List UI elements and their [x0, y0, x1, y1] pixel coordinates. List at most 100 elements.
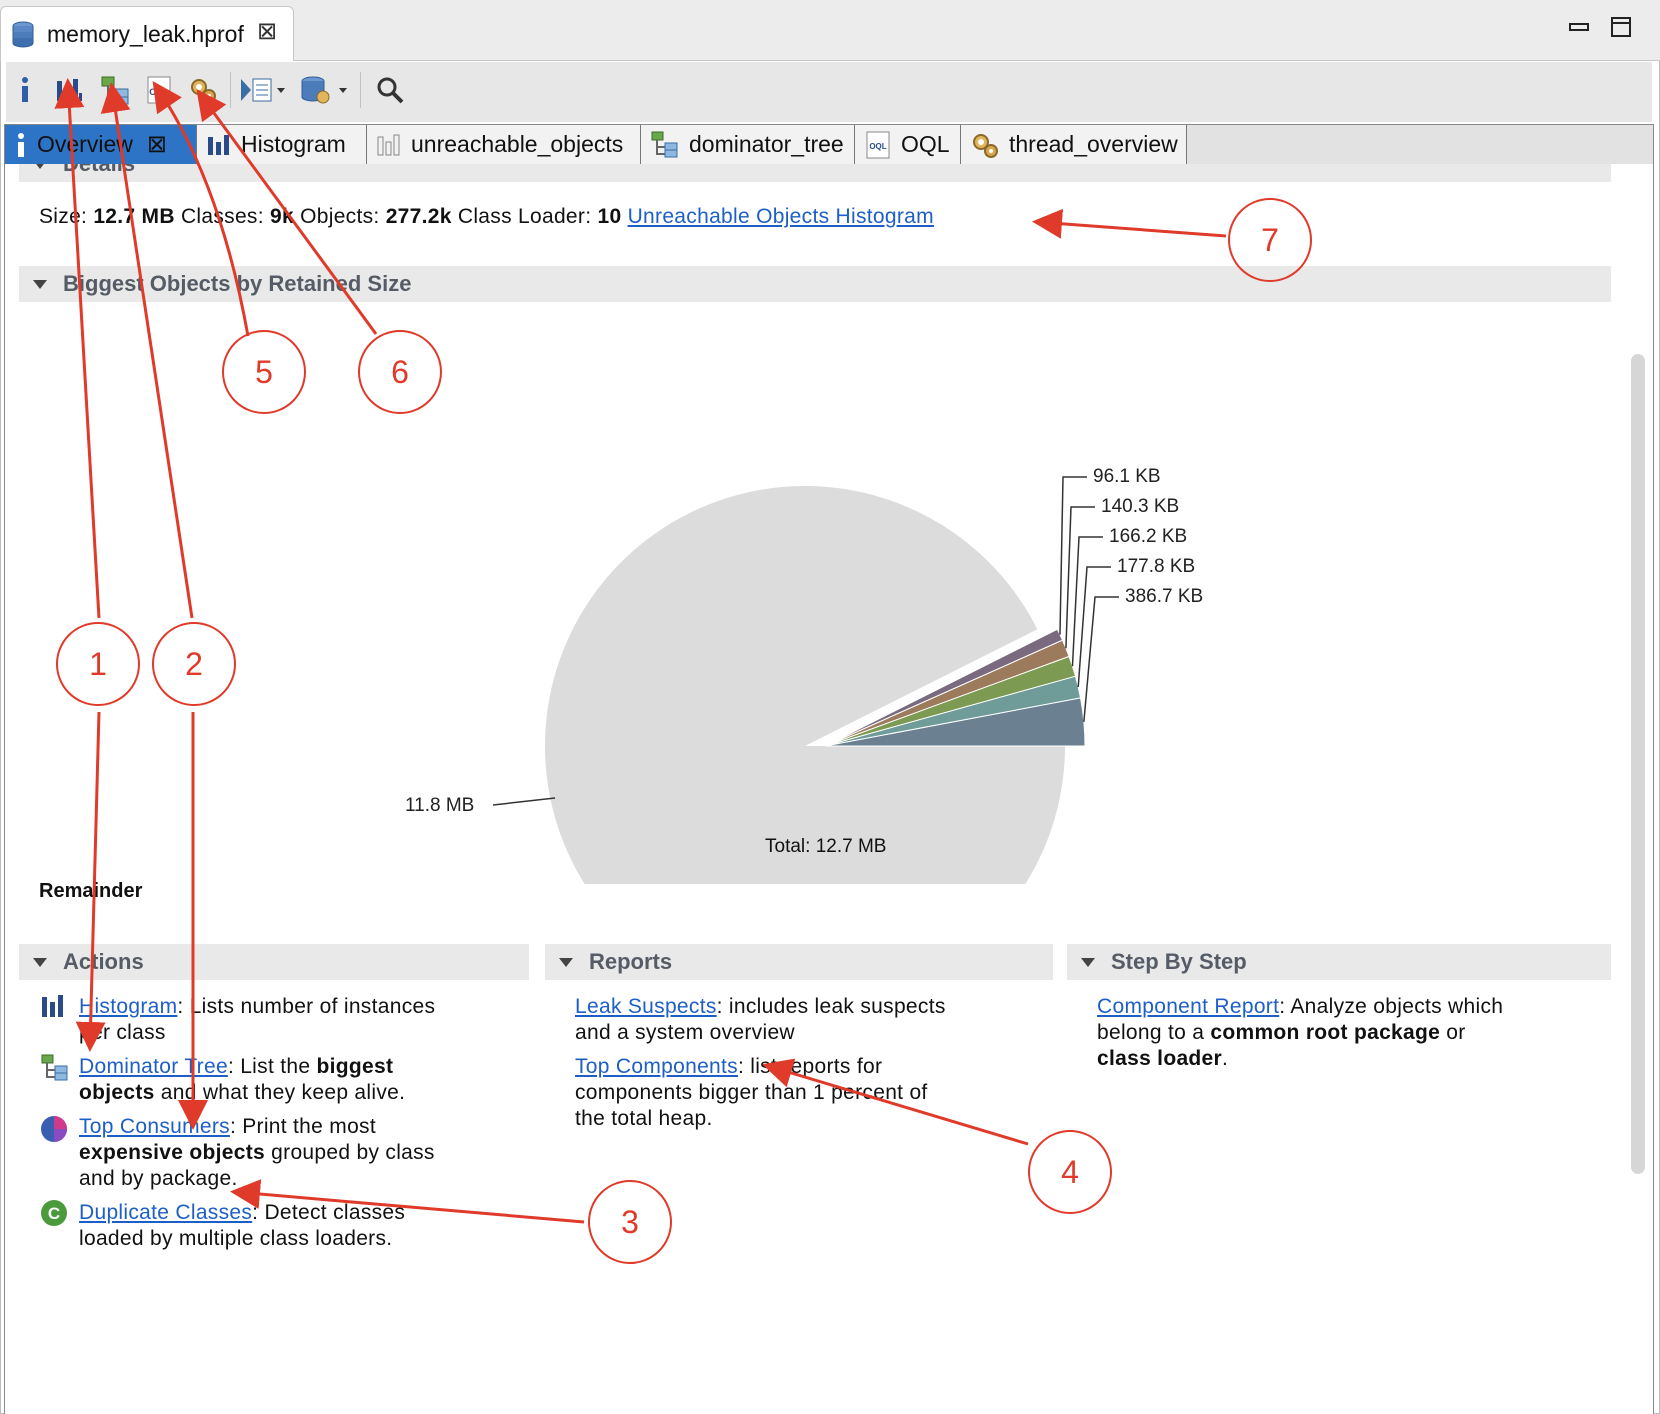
pie-label-line — [1059, 476, 1087, 635]
top-consumers-link[interactable]: Top Consumers — [79, 1115, 230, 1138]
histogram-icon[interactable] — [52, 72, 86, 108]
classes-label: Classes: — [180, 205, 264, 228]
classes-value: 9k — [270, 205, 294, 228]
step-by-step-section-header[interactable]: Step By Step — [1067, 944, 1611, 980]
annotation-callout: 2 — [152, 622, 236, 706]
dominator-tree-icon[interactable] — [98, 72, 132, 108]
report-text: the total heap. — [575, 1107, 713, 1130]
file-tab-label: memory_leak.hprof — [47, 21, 244, 47]
step-bold: common root package — [1210, 1021, 1441, 1044]
annotation-callout: 7 — [1228, 198, 1312, 282]
collapse-triangle-icon — [33, 279, 47, 289]
step-text: . — [1222, 1047, 1229, 1070]
oql-icon: OQL — [865, 131, 891, 159]
collapse-triangle-icon — [1081, 957, 1095, 967]
histogram-action-icon-wrap — [41, 994, 67, 1023]
step-text: : Analyze objects which — [1279, 995, 1504, 1018]
classloader-value: 10 — [597, 205, 622, 228]
actions-header: Actions — [63, 949, 144, 974]
reports-header: Reports — [589, 949, 673, 974]
chart-total: Total: 12.7 MB — [765, 836, 887, 857]
tab-label: dominator_tree — [689, 131, 844, 157]
biggest-objects-section-header[interactable]: Biggest Objects by Retained Size — [19, 266, 1611, 302]
close-icon[interactable]: ⊠ — [147, 130, 167, 159]
tab-label: OQL — [901, 131, 950, 157]
action-text: : Print the most — [229, 1115, 376, 1138]
leak-suspects-link[interactable]: Leak Suspects — [575, 995, 717, 1018]
reports-section-header[interactable]: Reports — [545, 944, 1053, 980]
action-text: loaded by multiple class loaders. — [79, 1227, 393, 1250]
classloader-label: Class Loader: — [457, 205, 592, 228]
pie-label-line — [1083, 596, 1119, 722]
search-icon[interactable] — [370, 72, 410, 108]
component-report-link[interactable]: Component Report — [1097, 995, 1279, 1018]
step-by-step-header: Step By Step — [1111, 949, 1247, 974]
tab-histogram[interactable]: Histogram — [197, 125, 367, 164]
report-top-components: Top Components: list reports for compone… — [575, 1054, 1005, 1132]
objects-label: Objects: — [300, 205, 380, 228]
actions-section-header[interactable]: Actions — [19, 944, 529, 980]
dominator-action-icon-wrap — [41, 1054, 69, 1087]
tab-overview[interactable]: Overview ⊠ — [5, 125, 197, 164]
collapse-triangle-icon — [33, 957, 47, 967]
duplicate-classes-link[interactable]: Duplicate Classes — [79, 1201, 252, 1224]
info-icon — [15, 132, 27, 158]
pie-slice-label: 386.7 KB — [1125, 586, 1203, 607]
histogram-outline-icon — [377, 134, 401, 156]
pie-label-line — [492, 797, 556, 806]
tab-thread-overview[interactable]: thread_overview — [961, 125, 1187, 164]
histogram-icon — [207, 134, 231, 156]
step-text: or — [1446, 1021, 1466, 1044]
tab-oql[interactable]: OQL OQL — [855, 125, 961, 164]
unreachable-histogram-link[interactable]: Unreachable Objects Histogram — [628, 205, 934, 228]
action-text: : List the — [227, 1055, 311, 1078]
top-components-link[interactable]: Top Components — [575, 1055, 738, 1078]
duplicate-classes-action-icon-wrap: C — [39, 1198, 69, 1233]
collapse-triangle-icon — [33, 164, 47, 169]
details-section-header[interactable]: Details — [19, 164, 1611, 182]
svg-text:OQL: OQL — [149, 87, 169, 97]
report-text: components bigger than 1 percent of — [575, 1081, 928, 1104]
action-bold: objects — [79, 1081, 155, 1104]
tab-label: Overview — [37, 131, 133, 157]
step-bold: class loader — [1097, 1047, 1223, 1070]
action-text: and by package. — [79, 1167, 238, 1190]
action-duplicate-classes: Duplicate Classes: Detect classes loaded… — [79, 1200, 519, 1252]
thread-overview-icon — [971, 131, 999, 159]
tab-dominator-tree[interactable]: dominator_tree — [641, 125, 855, 164]
toolbar: OQL — [6, 62, 1652, 122]
close-icon[interactable]: ⊠ — [257, 17, 277, 46]
pie-slice-label: 177.8 KB — [1117, 556, 1195, 577]
vertical-scrollbar[interactable] — [1631, 354, 1645, 1174]
thread-overview-icon[interactable] — [186, 72, 220, 108]
report-text: : includes leak suspects — [716, 995, 946, 1018]
top-consumers-action-icon-wrap — [39, 1114, 69, 1149]
histogram-icon — [41, 995, 67, 1022]
pie-chart-icon — [39, 1116, 69, 1148]
size-value: 12.7 MB — [93, 205, 175, 228]
oql-icon[interactable]: OQL — [142, 72, 176, 108]
tab-unreachable-objects[interactable]: unreachable_objects — [367, 125, 641, 164]
editor-tab-strip: memory_leak.hprof ⊠ — [0, 0, 1660, 61]
collapse-triangle-icon — [559, 957, 573, 967]
maximize-icon[interactable] — [1610, 16, 1632, 38]
dominator-tree-link[interactable]: Dominator Tree — [79, 1055, 228, 1078]
report-leak-suspects: Leak Suspects: includes leak suspects an… — [575, 994, 1005, 1046]
minimize-icon[interactable] — [1568, 16, 1590, 38]
details-line: Size: 12.7 MB Classes: 9k Objects: 277.2… — [39, 204, 934, 230]
run-report-icon[interactable] — [238, 72, 288, 108]
step-text: belong to a — [1097, 1021, 1205, 1044]
heap-dump-icon — [11, 21, 35, 54]
pie-label-line — [1071, 536, 1103, 667]
annotation-callout: 6 — [358, 330, 442, 414]
file-tab[interactable]: memory_leak.hprof ⊠ — [0, 6, 294, 61]
annotation-callout: 1 — [56, 622, 140, 706]
details-header: Details — [63, 164, 135, 177]
histogram-link[interactable]: Histogram — [79, 995, 177, 1018]
annotation-callout: 4 — [1028, 1130, 1112, 1214]
action-bold: biggest — [316, 1055, 394, 1078]
svg-text:OQL: OQL — [869, 142, 886, 151]
heap-dump-icon[interactable] — [298, 72, 350, 108]
tab-label: thread_overview — [1009, 131, 1178, 157]
info-icon[interactable] — [12, 72, 38, 108]
